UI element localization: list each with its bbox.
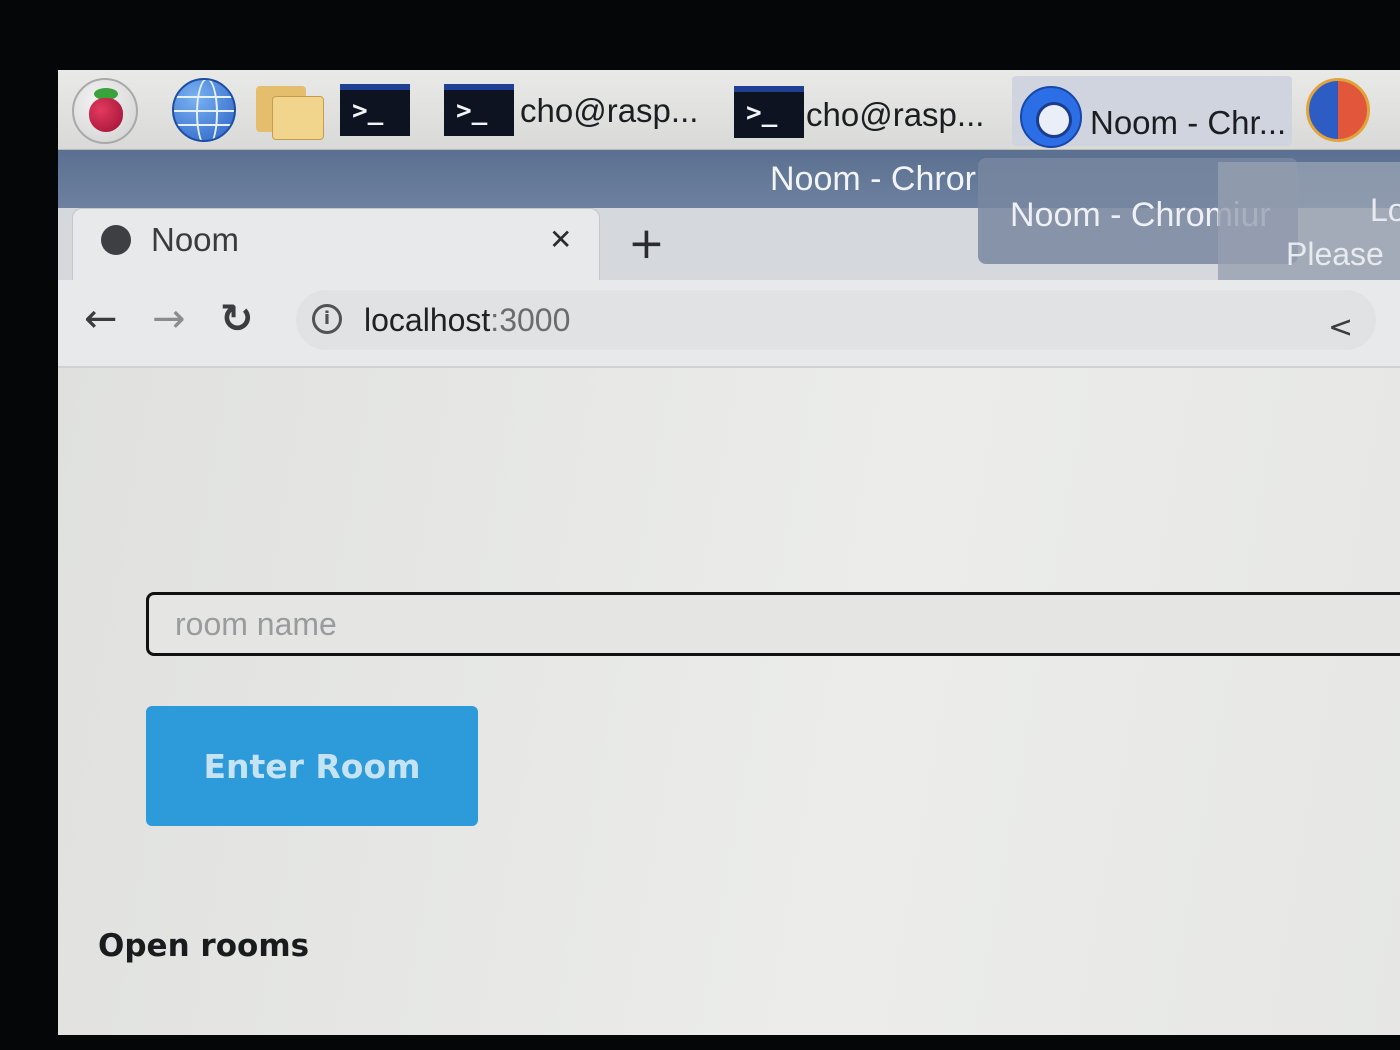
open-rooms-heading: Open rooms — [98, 928, 310, 964]
info-icon[interactable]: i — [312, 304, 342, 334]
window-title: Noom - Chror — [770, 160, 976, 198]
terminal-icon: >_ — [444, 84, 514, 136]
tab-noom[interactable]: Noom ✕ — [72, 208, 600, 280]
forward-arrow-icon[interactable]: → — [152, 296, 186, 342]
share-icon[interactable]: < — [1328, 310, 1353, 345]
taskbar-task-chromium[interactable]: Noom - Chr... — [1012, 76, 1292, 148]
taskbar-task-terminal-2[interactable]: >_ cho@rasp... — [726, 76, 996, 146]
new-tab-button[interactable]: + — [628, 218, 665, 269]
globe-icon — [101, 225, 131, 255]
back-arrow-icon[interactable]: ← — [84, 296, 118, 342]
window-preview-overlay-2: Lo Please — [1218, 162, 1400, 282]
reload-icon[interactable]: ↻ — [220, 296, 254, 342]
screen: >_ >_ cho@rasp... >_ cho@rasp... Noom - … — [58, 70, 1400, 1035]
enter-room-button[interactable]: Enter Room — [146, 706, 478, 826]
taskbar: >_ >_ cho@rasp... >_ cho@rasp... Noom - … — [58, 70, 1400, 150]
raspberry-pi-menu-icon[interactable] — [72, 78, 142, 144]
task-label: cho@rasp... — [806, 96, 985, 133]
korean-input-icon[interactable] — [1306, 78, 1376, 142]
terminal-icon: >_ — [734, 86, 804, 138]
url-port: :3000 — [490, 302, 571, 338]
close-icon[interactable]: ✕ — [549, 223, 572, 256]
page-content: Enter Room Open rooms — [58, 368, 1400, 1035]
terminal-launcher-icon[interactable]: >_ — [340, 84, 410, 136]
taskbar-task-terminal-1[interactable]: >_ cho@rasp... — [438, 76, 708, 146]
overlay-text-2: Please — [1286, 236, 1384, 272]
browser-globe-icon[interactable] — [172, 78, 240, 142]
task-label: Noom - Chr... — [1090, 104, 1287, 141]
tab-label: Noom — [151, 221, 240, 258]
file-manager-folder-icon[interactable] — [254, 78, 328, 142]
url-text[interactable]: localhost:3000 — [364, 302, 570, 339]
browser-toolbar: ← → ↻ i localhost:3000 < — [58, 280, 1400, 368]
url-host: localhost — [364, 302, 491, 338]
chromium-icon — [1020, 86, 1082, 148]
address-bar[interactable]: i localhost:3000 — [296, 290, 1376, 350]
task-label: cho@rasp... — [520, 92, 699, 129]
room-name-input[interactable] — [146, 592, 1400, 656]
overlay-text-1: Lo — [1370, 192, 1400, 228]
